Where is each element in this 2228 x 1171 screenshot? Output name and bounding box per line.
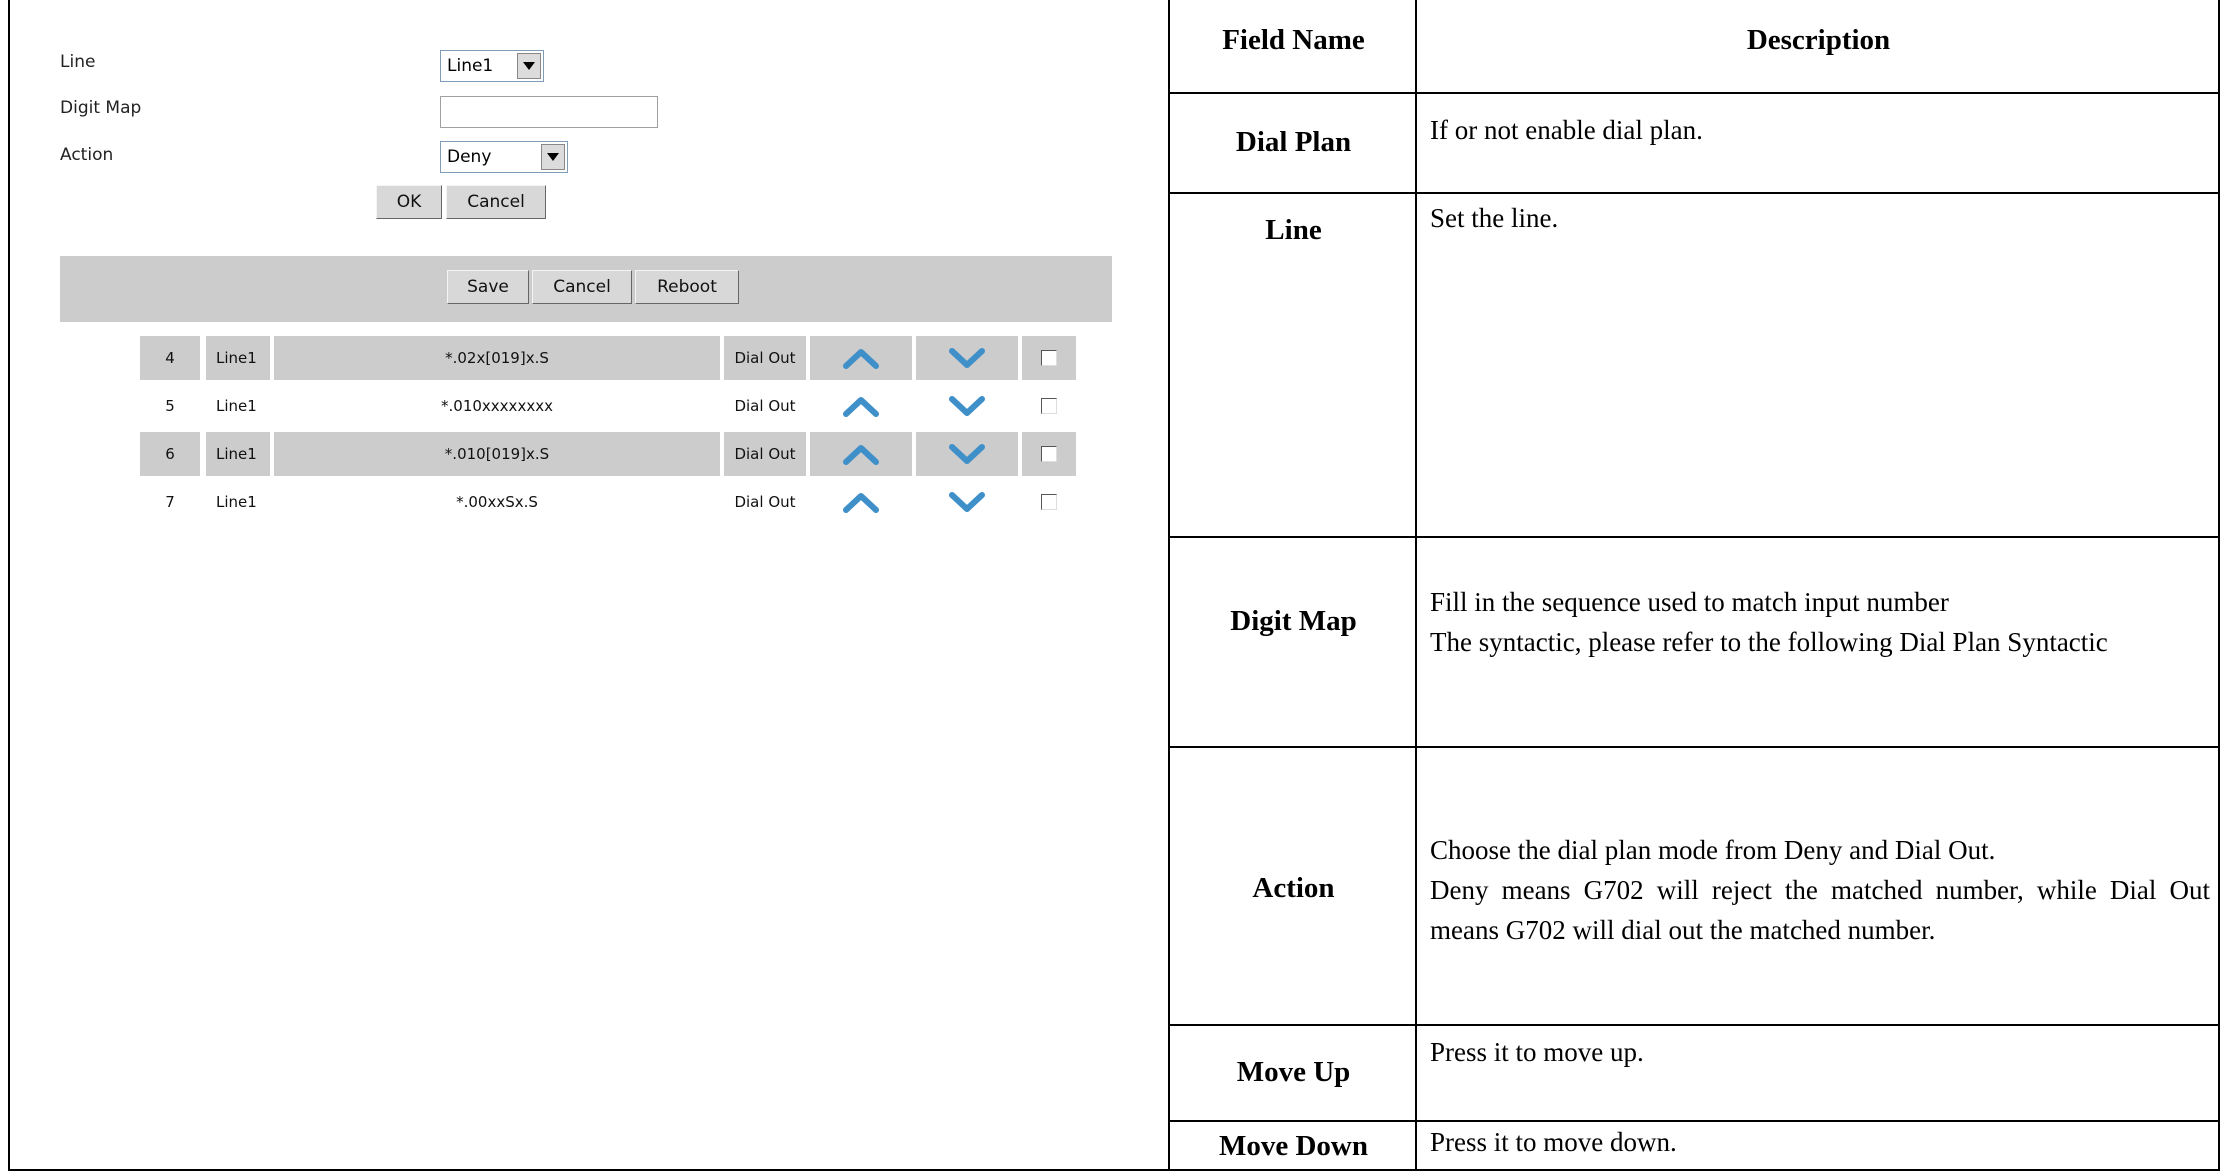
table-column-divider xyxy=(1415,0,1417,1171)
rule-index: 7 xyxy=(165,493,175,511)
rule-index: 6 xyxy=(140,432,200,476)
field-move-down: Move Down xyxy=(1218,1130,1368,1162)
rule-select-checkbox[interactable] xyxy=(1022,480,1076,524)
rule-pattern: *.02x[019]x.S xyxy=(274,336,720,380)
move-up-button[interactable] xyxy=(810,336,912,380)
desc-move-up: Press it to move up. xyxy=(1430,1037,1644,1067)
field-dial-plan: Dial Plan xyxy=(1235,125,1352,158)
move-up-button[interactable] xyxy=(810,432,912,476)
line-select[interactable]: Line1 xyxy=(440,50,544,82)
line-select-value: Line1 xyxy=(447,56,494,76)
desc-digit-map: Fill in the sequence used to match input… xyxy=(1430,587,2108,657)
action-select[interactable]: Deny xyxy=(440,141,568,173)
rule-select-checkbox[interactable] xyxy=(1022,336,1076,380)
chevron-down-icon xyxy=(949,492,985,512)
rule-action: Dial Out xyxy=(724,432,806,476)
move-up-button[interactable] xyxy=(810,480,912,524)
desc-action: Choose the dial plan mode from Deny and … xyxy=(1430,835,2210,945)
chevron-up-icon xyxy=(843,445,879,465)
action-select-value: Deny xyxy=(447,147,492,167)
line-label: Line xyxy=(60,52,96,72)
desc-line: Set the line. xyxy=(1430,203,1559,233)
rule-action: Dial Out xyxy=(734,493,796,511)
rule-select-checkbox[interactable] xyxy=(1022,384,1076,428)
rule-line: Line1 xyxy=(206,336,270,380)
field-line: Line xyxy=(1265,213,1322,246)
save-button[interactable]: Save xyxy=(447,270,529,304)
rule-line: Line1 xyxy=(216,397,257,415)
move-down-button[interactable] xyxy=(916,432,1018,476)
reboot-button[interactable]: Reboot xyxy=(635,270,739,304)
digit-map-input[interactable] xyxy=(440,96,658,128)
ok-button[interactable]: OK xyxy=(376,185,442,219)
chevron-up-icon xyxy=(843,493,879,513)
move-up-button[interactable] xyxy=(810,384,912,428)
digit-map-label: Digit Map xyxy=(60,98,142,118)
checkbox-box[interactable] xyxy=(1041,398,1057,414)
field-action: Action xyxy=(1252,871,1335,904)
toolbar-cancel-button[interactable]: Cancel xyxy=(532,270,632,304)
rule-index: 5 xyxy=(165,397,175,415)
rule-action: Dial Out xyxy=(724,336,806,380)
rule-pattern: *.010xxxxxxxx xyxy=(441,397,553,415)
chevron-down-icon[interactable] xyxy=(541,144,565,170)
desc-dial-plan: If or not enable dial plan. xyxy=(1430,115,1703,145)
rule-pattern: *.010[019]x.S xyxy=(274,432,720,476)
rule-action: Dial Out xyxy=(734,397,796,415)
chevron-down-icon xyxy=(949,396,985,416)
action-label: Action xyxy=(60,145,114,165)
chevron-up-icon xyxy=(843,397,879,417)
move-down-button[interactable] xyxy=(916,336,1018,380)
rule-pattern: *.00xxSx.S xyxy=(456,493,538,511)
field-digit-map: Digit Map xyxy=(1230,604,1357,637)
rule-line: Line1 xyxy=(216,493,257,511)
form-cancel-button[interactable]: Cancel xyxy=(446,185,546,219)
checkbox-box[interactable] xyxy=(1041,494,1057,510)
chevron-down-icon[interactable] xyxy=(517,53,541,79)
chevron-down-icon xyxy=(949,348,985,368)
move-down-button[interactable] xyxy=(916,480,1018,524)
header-description: Description xyxy=(1746,23,1891,56)
rule-line: Line1 xyxy=(206,432,270,476)
checkbox-box[interactable] xyxy=(1041,350,1057,366)
move-down-button[interactable] xyxy=(916,384,1018,428)
chevron-down-icon xyxy=(949,444,985,464)
chevron-up-icon xyxy=(843,349,879,369)
column-divider xyxy=(1168,0,1170,1171)
checkbox-box[interactable] xyxy=(1041,446,1057,462)
desc-move-down: Press it to move down. xyxy=(1430,1127,1677,1157)
dial-plan-screenshot: Line Line1 Digit Map Action Deny OK Canc… xyxy=(10,0,1166,1171)
header-field-name: Field Name xyxy=(1222,23,1365,56)
field-move-up: Move Up xyxy=(1236,1055,1351,1088)
rule-index: 4 xyxy=(140,336,200,380)
rule-select-checkbox[interactable] xyxy=(1022,432,1076,476)
